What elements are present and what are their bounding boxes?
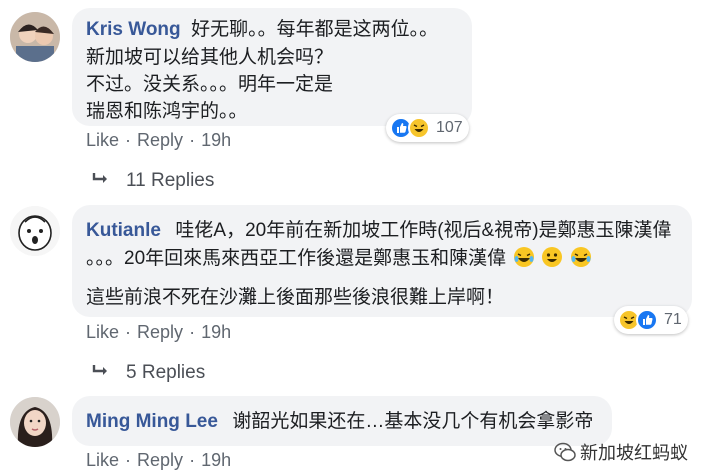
timestamp[interactable]: 19h bbox=[201, 130, 231, 150]
avatar[interactable] bbox=[10, 12, 60, 62]
comment-text: 這些前浪不死在沙灘上後面那些後浪很難上岸啊！ bbox=[86, 287, 505, 308]
laughing-emoji-icon bbox=[570, 246, 592, 268]
comment-text: 瑞恩和陈鸿宇的。。 bbox=[86, 101, 248, 122]
wechat-logo-icon bbox=[554, 441, 576, 463]
smile-emoji-icon bbox=[541, 246, 563, 268]
view-replies-link[interactable]: 11 Replies bbox=[92, 170, 214, 192]
comment-actions: Like · Reply · 19h bbox=[86, 322, 232, 342]
like-reaction-icon bbox=[636, 309, 658, 331]
replies-label: 5 Replies bbox=[126, 362, 206, 384]
replies-label: 11 Replies bbox=[126, 170, 215, 192]
haha-reaction-icon bbox=[408, 117, 430, 139]
watermark-text: 新加坡红蚂蚁 bbox=[580, 443, 688, 463]
comment-bubble: Kutianle 哇佬A，20年前在新加坡工作時(视后&視帝)是鄭惠玉陳漢偉 。… bbox=[72, 205, 692, 317]
reply-arrow-icon bbox=[92, 362, 110, 384]
reaction-count: 107 bbox=[436, 119, 463, 136]
comment-author[interactable]: Kutianle bbox=[86, 220, 161, 241]
reaction-summary[interactable]: 71 bbox=[614, 306, 688, 334]
comment-text: 好无聊。。每年都是这两位。。 bbox=[191, 19, 439, 40]
avatar[interactable] bbox=[10, 206, 60, 256]
comment-author[interactable]: Ming Ming Lee bbox=[86, 411, 218, 432]
comment-bubble: Ming Ming Lee 谢韶光如果还在…基本没几个有机会拿影帝 bbox=[72, 396, 612, 446]
timestamp[interactable]: 19h bbox=[201, 450, 231, 470]
comment-text: 哇佬A，20年前在新加坡工作時(视后&視帝)是鄭惠玉陳漢偉 bbox=[175, 220, 672, 241]
comment-text: 新加坡可以给其他人机会吗？ bbox=[86, 47, 334, 68]
comment-actions: Like · Reply · 19h bbox=[86, 450, 232, 470]
reply-arrow-icon bbox=[92, 170, 110, 192]
comment-author[interactable]: Kris Wong bbox=[86, 19, 181, 40]
comment-text: 。。。20年回來馬來西亞工作後還是鄭惠玉和陳漢偉 bbox=[86, 248, 507, 269]
like-link[interactable]: Like bbox=[86, 322, 119, 342]
comment-text: 不过。没关系。。。明年一定是 bbox=[86, 74, 334, 95]
laughing-emoji-icon bbox=[513, 246, 535, 268]
watermark: 新加坡红蚂蚁 bbox=[554, 439, 688, 465]
reply-link[interactable]: Reply bbox=[137, 130, 183, 150]
comment-text: 谢韶光如果还在…基本没几个有机会拿影帝 bbox=[232, 411, 594, 432]
view-replies-link[interactable]: 5 Replies bbox=[92, 362, 205, 384]
reply-link[interactable]: Reply bbox=[137, 450, 183, 470]
reaction-count: 71 bbox=[664, 311, 682, 328]
comment-bubble: Kris Wong 好无聊。。每年都是这两位。。 新加坡可以给其他人机会吗？ 不… bbox=[72, 8, 472, 126]
comment-actions: Like · Reply · 19h bbox=[86, 130, 232, 150]
reaction-summary[interactable]: 107 bbox=[386, 114, 469, 142]
timestamp[interactable]: 19h bbox=[201, 322, 231, 342]
reply-link[interactable]: Reply bbox=[137, 322, 183, 342]
like-link[interactable]: Like bbox=[86, 130, 119, 150]
like-link[interactable]: Like bbox=[86, 450, 119, 470]
avatar[interactable] bbox=[10, 397, 60, 447]
